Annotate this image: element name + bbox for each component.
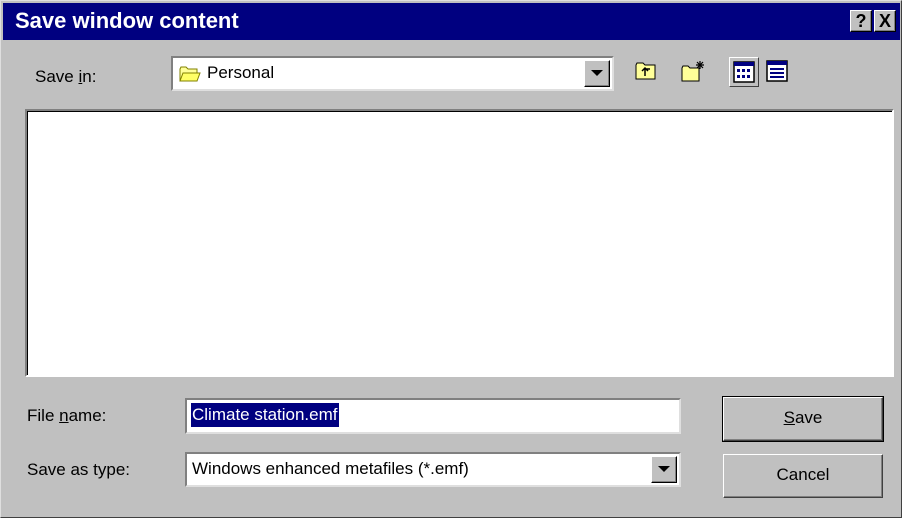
save-as-type-dropdown[interactable]: Windows enhanced metafiles (*.emf) — [185, 452, 681, 487]
file-name-value: Climate station.emf — [191, 403, 339, 427]
up-one-level-button[interactable] — [631, 57, 661, 87]
new-folder-icon — [680, 60, 706, 89]
file-name-label: File name: — [27, 406, 107, 425]
dialog-title: Save window content — [15, 8, 239, 33]
save-as-type-label: Save as type: — [27, 460, 131, 479]
save-button[interactable]: Save — [722, 396, 884, 442]
save-as-type-dropdown-button[interactable] — [651, 456, 677, 483]
file-name-input[interactable]: Climate station.emf — [185, 398, 681, 434]
save-in-label: Save in: — [35, 67, 97, 86]
details-view-icon — [766, 60, 788, 87]
folder-up-icon — [634, 60, 658, 87]
save-in-dropdown[interactable]: Personal — [171, 56, 614, 91]
title-bar[interactable]: Save window content ? X — [3, 3, 900, 40]
details-view-button[interactable] — [763, 57, 793, 87]
list-view-icon — [733, 61, 755, 88]
help-button[interactable]: ? — [850, 10, 872, 32]
folder-icon — [179, 65, 201, 88]
save-dialog: Save window content ? X Save in: Persona… — [0, 0, 902, 518]
save-in-value: Personal — [207, 63, 275, 82]
chevron-down-icon — [658, 466, 670, 472]
cancel-button[interactable]: Cancel — [723, 454, 883, 498]
save-as-type-value: Windows enhanced metafiles (*.emf) — [192, 459, 469, 478]
chevron-down-icon — [591, 70, 603, 76]
close-button[interactable]: X — [874, 10, 896, 32]
create-new-folder-button[interactable] — [677, 57, 707, 87]
save-in-dropdown-button[interactable] — [584, 60, 610, 87]
list-view-button[interactable] — [729, 57, 759, 87]
file-list[interactable] — [25, 109, 894, 377]
